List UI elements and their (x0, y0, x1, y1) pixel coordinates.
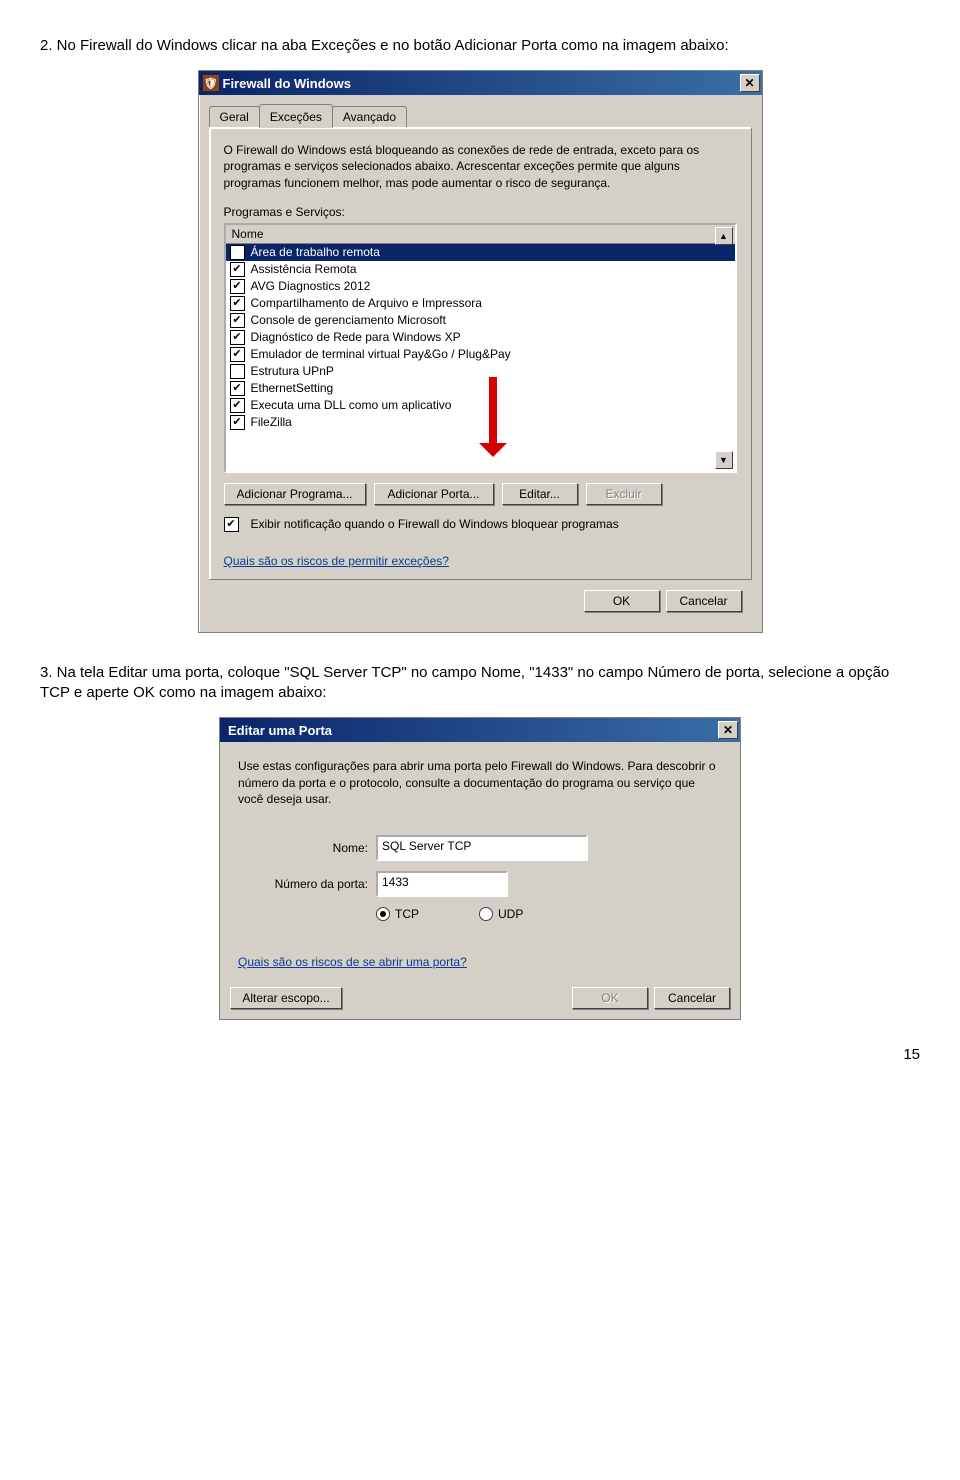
scroll-down-icon[interactable]: ▼ (715, 451, 733, 469)
checkbox-icon[interactable]: ✔ (230, 398, 245, 413)
firewall-icon: 🛡 (203, 75, 219, 91)
list-item-label: Compartilhamento de Arquivo e Impressora (251, 296, 482, 310)
list-item-label: AVG Diagnostics 2012 (251, 279, 371, 293)
tab-excecoes[interactable]: Exceções (259, 104, 333, 128)
window-title: Firewall do Windows (223, 76, 740, 91)
tab-description: O Firewall do Windows está bloqueando as… (224, 142, 737, 191)
name-label: Nome: (238, 841, 376, 855)
port-label: Número da porta: (238, 877, 376, 891)
programs-listbox[interactable]: Nome ✔ Área de trabalho remota ✔ Assistênci… (224, 223, 737, 473)
firewall-dialog: 🛡 Firewall do Windows ✕ Geral Exceções A… (198, 70, 763, 633)
checkbox-icon[interactable]: ✔ (230, 347, 245, 362)
udp-label: UDP (498, 907, 523, 921)
checkbox-icon[interactable]: ✔ (230, 381, 245, 396)
step-3-text: 3. Na tela Editar uma porta, coloque "SQ… (40, 663, 920, 704)
checkbox-icon[interactable]: ✔ (230, 262, 245, 277)
scroll-up-icon[interactable]: ▲ (715, 227, 733, 245)
close-icon[interactable]: ✕ (740, 74, 760, 92)
list-item[interactable]: ✔ Assistência Remota (226, 261, 735, 278)
tcp-radio[interactable]: TCP (376, 907, 419, 921)
checkbox-icon[interactable]: ✔ (230, 313, 245, 328)
cancel-button[interactable]: Cancelar (654, 987, 730, 1009)
list-item-label: Emulador de terminal virtual Pay&Go / Pl… (251, 347, 511, 361)
step-2-text: 2. No Firewall do Windows clicar na aba … (40, 36, 920, 56)
udp-radio[interactable]: UDP (479, 907, 523, 921)
delete-button: Excluir (586, 483, 662, 505)
checkbox-icon[interactable]: ✔ (230, 296, 245, 311)
list-item[interactable]: ✔ EthernetSetting (226, 380, 735, 397)
window-title: Editar uma Porta (224, 723, 718, 738)
checkbox-icon[interactable]: ✔ (230, 279, 245, 294)
titlebar: Editar uma Porta ✕ (220, 718, 740, 742)
list-item[interactable]: ✔ Console de gerenciamento Microsoft (226, 312, 735, 329)
list-item-label: Área de trabalho remota (251, 245, 380, 259)
cancel-button[interactable]: Cancelar (666, 590, 742, 612)
list-item-label: Estrutura UPnP (251, 364, 334, 378)
edit-port-dialog: Editar uma Porta ✕ Use estas configuraçõ… (219, 717, 741, 1020)
page-number: 15 (40, 1046, 920, 1063)
titlebar: 🛡 Firewall do Windows ✕ (199, 71, 762, 95)
list-label: Programas e Serviços: (224, 205, 737, 219)
risks-link[interactable]: Quais são os riscos de permitir exceções… (224, 554, 449, 568)
checkbox-icon[interactable]: ✔ (230, 415, 245, 430)
list-item-label: Console de gerenciamento Microsoft (251, 313, 446, 327)
add-program-button[interactable]: Adicionar Programa... (224, 483, 366, 505)
list-item[interactable]: ✔ Executa uma DLL como um aplicativo (226, 397, 735, 414)
list-item[interactable]: ✔ Emulador de terminal virtual Pay&Go / P… (226, 346, 735, 363)
notify-label: Exibir notificação quando o Firewall do … (251, 517, 619, 531)
list-item-label: Assistência Remota (251, 262, 357, 276)
radio-dot-icon (376, 907, 390, 921)
checkbox-icon[interactable]: ✔ (230, 245, 245, 260)
ok-button[interactable]: OK (584, 590, 660, 612)
list-item-label: Executa uma DLL como um aplicativo (251, 398, 452, 412)
checkbox-icon[interactable]: ✔ (230, 330, 245, 345)
list-item[interactable]: Estrutura UPnP (226, 363, 735, 380)
port-input[interactable]: 1433 (376, 871, 508, 897)
tcp-label: TCP (395, 907, 419, 921)
list-item[interactable]: ✔ Diagnóstico de Rede para Windows XP (226, 329, 735, 346)
list-item-label: EthernetSetting (251, 381, 334, 395)
notify-checkbox[interactable]: ✔ (224, 517, 239, 532)
tab-geral[interactable]: Geral (209, 106, 260, 127)
list-item-label: FileZilla (251, 415, 292, 429)
list-item[interactable]: ✔ Área de trabalho remota (226, 244, 735, 261)
dialog-description: Use estas configurações para abrir uma p… (238, 758, 722, 807)
list-item[interactable]: ✔ FileZilla (226, 414, 735, 431)
radio-dot-icon (479, 907, 493, 921)
list-header-nome[interactable]: Nome (226, 225, 735, 244)
close-icon[interactable]: ✕ (718, 721, 738, 739)
list-item[interactable]: ✔ AVG Diagnostics 2012 (226, 278, 735, 295)
change-scope-button[interactable]: Alterar escopo... (230, 987, 342, 1009)
add-port-button[interactable]: Adicionar Porta... (374, 483, 494, 505)
checkbox-icon[interactable] (230, 364, 245, 379)
list-item[interactable]: ✔ Compartilhamento de Arquivo e Impressor… (226, 295, 735, 312)
ok-button[interactable]: OK (572, 987, 648, 1009)
risks-link[interactable]: Quais são os riscos de se abrir uma port… (238, 955, 467, 969)
list-item-label: Diagnóstico de Rede para Windows XP (251, 330, 461, 344)
edit-button[interactable]: Editar... (502, 483, 578, 505)
name-input[interactable]: SQL Server TCP (376, 835, 588, 861)
tab-avancado[interactable]: Avançado (332, 106, 407, 127)
